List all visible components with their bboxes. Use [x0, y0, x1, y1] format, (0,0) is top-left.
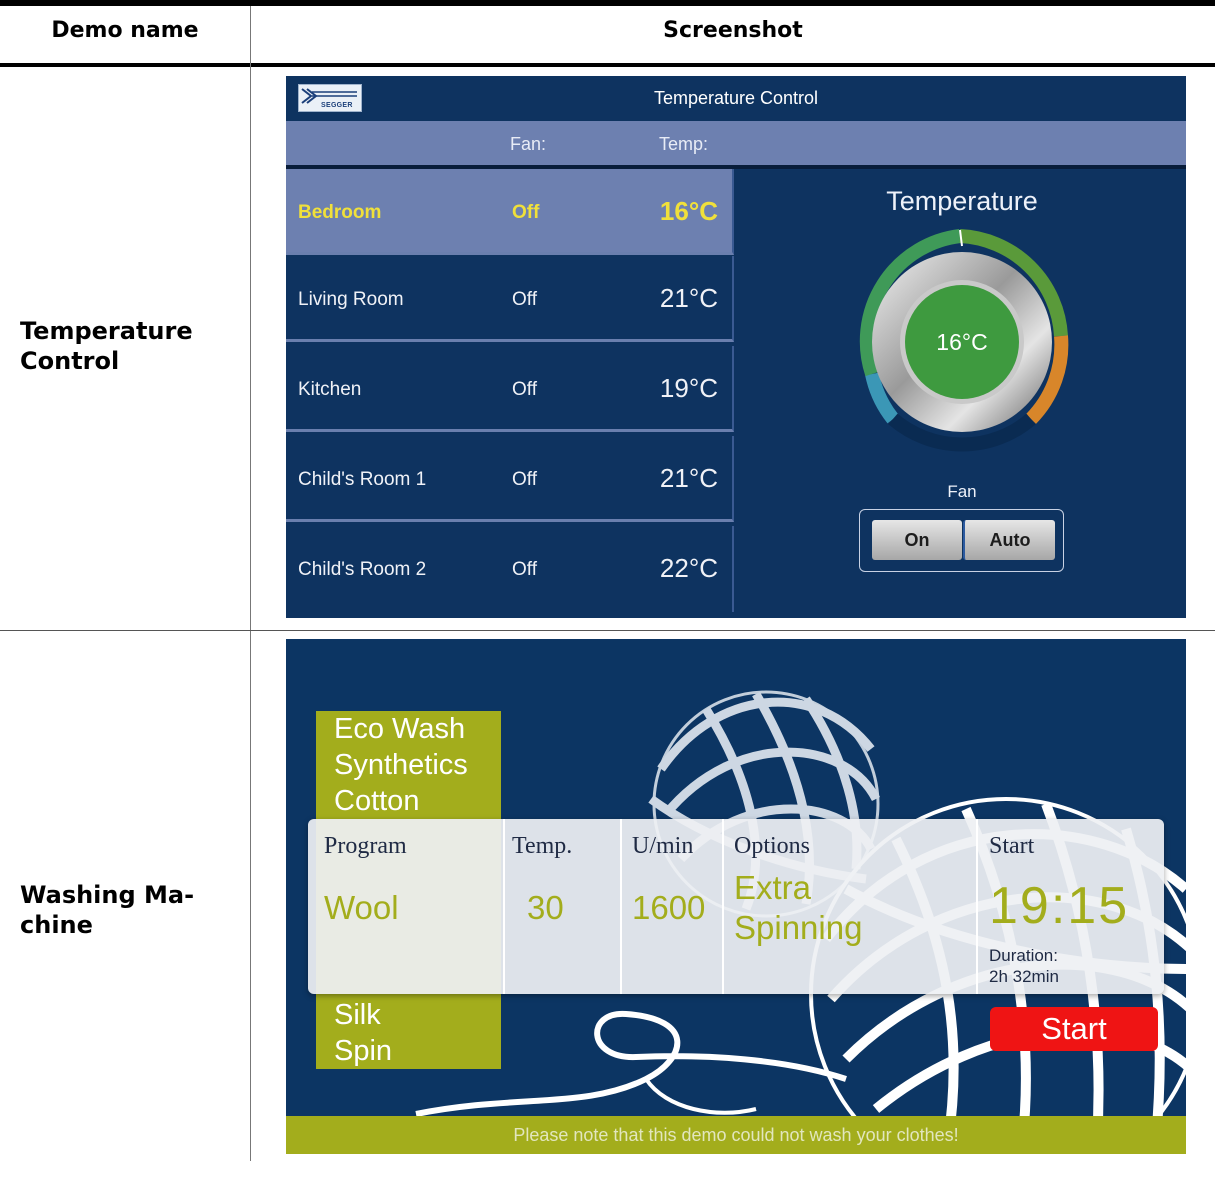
column-divider [722, 819, 724, 994]
room-temperature: 22°C [659, 553, 718, 583]
temp-value[interactable]: 30 [527, 889, 564, 927]
title-bar: SEGGER Temperature Control [286, 76, 1186, 121]
temperature-control-screenshot: SEGGER Temperature Control Fan: Temp: Be… [286, 76, 1186, 618]
start-header: Start [989, 833, 1035, 859]
program-header: Program [324, 833, 407, 859]
footer-bar: Please note that this demo could not was… [286, 1116, 1186, 1154]
duration-label: Duration: [989, 946, 1058, 965]
start-time[interactable]: 19:15 [989, 876, 1129, 936]
room-temperature: 21°C [659, 463, 718, 493]
options-value-line1[interactable]: Extra [734, 869, 811, 907]
fan-label: Fan [947, 482, 977, 501]
program-item-eco-wash[interactable]: Eco Wash [334, 711, 465, 747]
room-temperature: 21°C [659, 283, 718, 313]
temp-column-header: Temp: [659, 134, 709, 154]
program-item-spin[interactable]: Spin [334, 1033, 392, 1069]
options-header: Options [734, 833, 811, 859]
start-button[interactable]: Start [990, 1007, 1158, 1051]
column-separator [250, 6, 251, 1161]
column-header-bar: Fan: Temp: [286, 121, 1186, 169]
room-row-kitchen[interactable]: Kitchen Off 19°C [286, 346, 734, 432]
temperature-gauge[interactable]: 16°C [846, 226, 1078, 458]
demo-name-washing-machine: Washing Ma-chine [20, 881, 195, 939]
settings-panel: Program Wool Temp. 30 U/min 1600 Options… [308, 819, 1164, 994]
speed-header: U/min [632, 833, 694, 859]
room-name: Kitchen [298, 379, 362, 400]
speed-value[interactable]: 1600 [632, 889, 705, 927]
column-header-demo-name: Demo name [51, 18, 199, 43]
program-item-cotton[interactable]: Cotton [334, 783, 419, 819]
room-fan-status: Off [512, 202, 540, 223]
room-row-childs-room-1[interactable]: Child's Room 1 Off 21°C [286, 436, 734, 522]
program-item-synthetics[interactable]: Synthetics [334, 747, 468, 783]
options-value-line2[interactable]: Spinning [734, 909, 862, 947]
fan-control-group: On Auto [859, 509, 1064, 572]
column-divider [976, 819, 978, 994]
program-value[interactable]: Wool [324, 889, 399, 927]
gauge-value: 16°C [936, 329, 987, 355]
column-divider [620, 819, 622, 994]
row-separator [0, 630, 1215, 631]
table-top-rule [0, 0, 1215, 6]
temperature-label: Temperature [886, 186, 1038, 216]
washing-machine-screenshot: Eco Wash Synthetics Cotton Silk Spin Pro… [286, 639, 1186, 1154]
column-header-screenshot: Screenshot [663, 18, 803, 43]
room-row-childs-room-2[interactable]: Child's Room 2 Off 22°C [286, 526, 734, 612]
room-row-living-room[interactable]: Living Room Off 21°C [286, 256, 734, 342]
room-name: Living Room [298, 289, 404, 310]
room-fan-status: Off [512, 379, 537, 400]
temperature-dial: 16°C [859, 229, 1069, 452]
room-fan-status: Off [512, 469, 537, 490]
program-item-silk[interactable]: Silk [334, 997, 381, 1033]
duration-value: 2h 32min [989, 967, 1059, 986]
room-temperature: 16°C [659, 196, 718, 226]
column-divider [503, 819, 505, 994]
fan-auto-button[interactable]: Auto [963, 520, 1055, 560]
room-fan-status: Off [512, 559, 537, 580]
table-header-rule [0, 63, 1215, 67]
room-name: Child's Room 2 [298, 559, 427, 580]
temp-header: Temp. [512, 833, 573, 859]
fan-on-button[interactable]: On [872, 520, 962, 560]
room-name: Child's Room 1 [298, 469, 427, 490]
fan-column-header: Fan: [510, 134, 547, 154]
demo-name-temperature-control: Temperature Control [20, 317, 193, 375]
room-fan-status: Off [512, 289, 537, 310]
room-name: Bedroom [298, 202, 382, 223]
footer-note: Please note that this demo could not was… [513, 1125, 959, 1145]
room-row-bedroom[interactable]: Bedroom Off 16°C [286, 169, 734, 255]
app-title: Temperature Control [653, 88, 819, 108]
room-temperature: 19°C [659, 373, 718, 403]
